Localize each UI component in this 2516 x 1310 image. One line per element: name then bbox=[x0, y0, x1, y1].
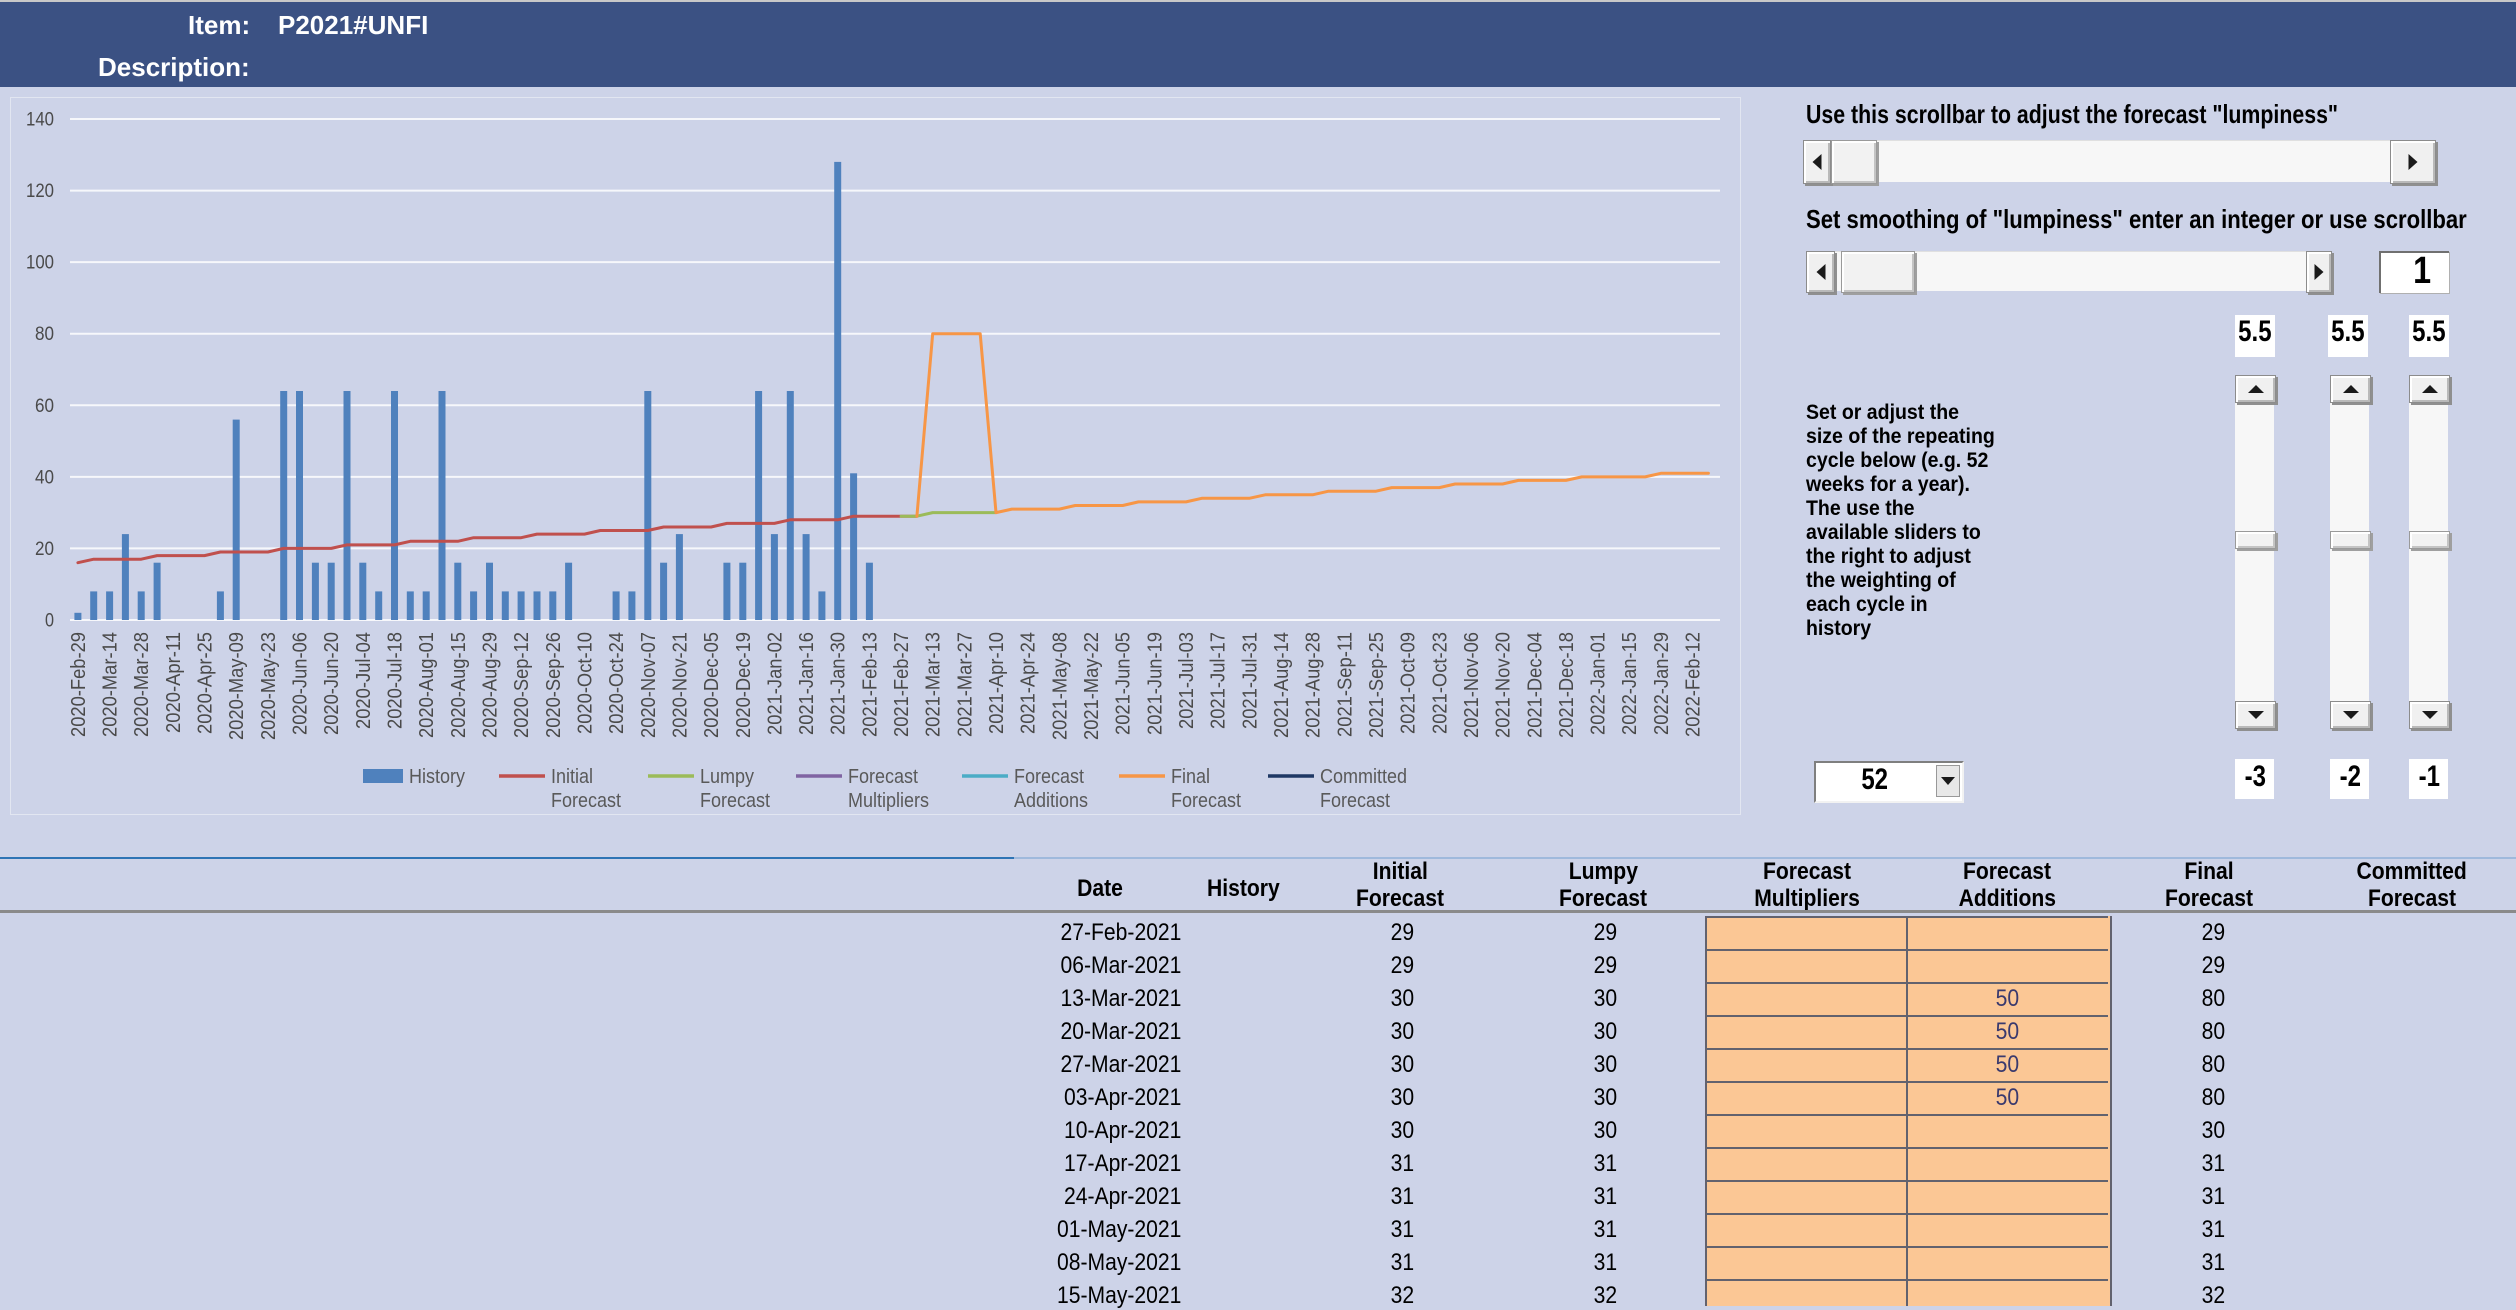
svg-text:2021-May-08: 2021-May-08 bbox=[1049, 632, 1071, 740]
svg-text:60: 60 bbox=[35, 396, 54, 417]
svg-text:2021-Aug-14: 2021-Aug-14 bbox=[1271, 632, 1293, 738]
svg-text:2021-Jul-31: 2021-Jul-31 bbox=[1239, 632, 1261, 729]
svg-text:2021-Jan-30: 2021-Jan-30 bbox=[828, 632, 850, 735]
svg-text:2021-Jul-03: 2021-Jul-03 bbox=[1176, 632, 1198, 729]
svg-text:Forecast: Forecast bbox=[848, 766, 918, 788]
svg-text:2022-Jan-01: 2022-Jan-01 bbox=[1588, 632, 1610, 735]
svg-text:2020-Nov-21: 2020-Nov-21 bbox=[669, 632, 691, 738]
svg-text:2020-Nov-07: 2020-Nov-07 bbox=[638, 632, 660, 738]
svg-text:2021-Mar-27: 2021-Mar-27 bbox=[954, 632, 976, 737]
svg-text:2020-Sep-26: 2020-Sep-26 bbox=[543, 632, 565, 738]
svg-text:40: 40 bbox=[35, 467, 54, 488]
svg-text:2020-Jun-06: 2020-Jun-06 bbox=[290, 632, 312, 735]
svg-text:Forecast: Forecast bbox=[1171, 790, 1241, 812]
svg-text:20: 20 bbox=[35, 539, 54, 560]
svg-text:2021-Oct-09: 2021-Oct-09 bbox=[1398, 632, 1420, 734]
svg-text:2021-Jun-19: 2021-Jun-19 bbox=[1144, 632, 1166, 735]
svg-text:2021-Jun-05: 2021-Jun-05 bbox=[1113, 632, 1135, 735]
svg-text:80: 80 bbox=[35, 324, 54, 345]
svg-text:Final: Final bbox=[1171, 766, 1210, 788]
svg-text:Multipliers: Multipliers bbox=[848, 790, 929, 812]
svg-text:Committed: Committed bbox=[1320, 766, 1407, 788]
svg-text:2021-Feb-13: 2021-Feb-13 bbox=[859, 632, 881, 737]
svg-text:2020-Mar-14: 2020-Mar-14 bbox=[100, 632, 122, 737]
svg-text:2021-Nov-06: 2021-Nov-06 bbox=[1461, 632, 1483, 738]
svg-text:Forecast: Forecast bbox=[700, 790, 770, 812]
svg-text:2020-Mar-28: 2020-Mar-28 bbox=[131, 632, 153, 737]
svg-text:140: 140 bbox=[26, 110, 54, 131]
svg-text:2020-Apr-25: 2020-Apr-25 bbox=[195, 632, 217, 734]
svg-text:2021-Feb-27: 2021-Feb-27 bbox=[891, 632, 913, 737]
svg-text:2021-Oct-23: 2021-Oct-23 bbox=[1429, 632, 1451, 734]
svg-text:120: 120 bbox=[26, 181, 54, 202]
svg-text:2020-Oct-10: 2020-Oct-10 bbox=[575, 632, 597, 734]
svg-text:2021-Apr-10: 2021-Apr-10 bbox=[986, 632, 1008, 734]
svg-text:2021-Dec-18: 2021-Dec-18 bbox=[1556, 632, 1578, 738]
svg-text:2021-Jan-02: 2021-Jan-02 bbox=[764, 632, 786, 735]
svg-text:Forecast: Forecast bbox=[1014, 766, 1084, 788]
svg-text:2021-Jan-16: 2021-Jan-16 bbox=[796, 632, 818, 735]
svg-text:2020-Oct-24: 2020-Oct-24 bbox=[606, 632, 628, 734]
svg-text:2020-Aug-29: 2020-Aug-29 bbox=[480, 632, 502, 738]
svg-text:2020-May-23: 2020-May-23 bbox=[258, 632, 280, 740]
svg-text:2021-Mar-13: 2021-Mar-13 bbox=[923, 632, 945, 737]
svg-text:100: 100 bbox=[26, 253, 54, 274]
svg-text:Additions: Additions bbox=[1014, 790, 1088, 812]
svg-text:2020-Jul-04: 2020-Jul-04 bbox=[353, 632, 375, 729]
svg-text:2021-Jul-17: 2021-Jul-17 bbox=[1208, 632, 1230, 729]
svg-text:2020-Feb-29: 2020-Feb-29 bbox=[68, 632, 90, 737]
svg-text:2020-Aug-15: 2020-Aug-15 bbox=[448, 632, 470, 738]
svg-text:2021-Aug-28: 2021-Aug-28 bbox=[1303, 632, 1325, 738]
svg-text:2020-Dec-05: 2020-Dec-05 bbox=[701, 632, 723, 738]
svg-text:2020-May-09: 2020-May-09 bbox=[226, 632, 248, 740]
svg-text:2020-Aug-01: 2020-Aug-01 bbox=[416, 632, 438, 738]
svg-text:History: History bbox=[409, 766, 465, 788]
svg-text:2021-Sep-11: 2021-Sep-11 bbox=[1334, 632, 1356, 737]
svg-text:Forecast: Forecast bbox=[551, 790, 621, 812]
svg-text:2020-Dec-19: 2020-Dec-19 bbox=[733, 632, 755, 738]
svg-text:2021-Sep-25: 2021-Sep-25 bbox=[1366, 632, 1388, 738]
svg-text:2021-Nov-20: 2021-Nov-20 bbox=[1493, 632, 1515, 738]
svg-text:2022-Feb-12: 2022-Feb-12 bbox=[1683, 632, 1705, 737]
svg-text:2020-Sep-12: 2020-Sep-12 bbox=[511, 632, 533, 738]
svg-text:2021-Dec-04: 2021-Dec-04 bbox=[1524, 632, 1546, 738]
svg-text:Initial: Initial bbox=[551, 766, 593, 788]
svg-text:2020-Jul-18: 2020-Jul-18 bbox=[385, 632, 407, 729]
svg-text:2020-Apr-11: 2020-Apr-11 bbox=[163, 632, 185, 733]
svg-text:2022-Jan-15: 2022-Jan-15 bbox=[1619, 632, 1641, 735]
svg-text:Lumpy: Lumpy bbox=[700, 766, 754, 788]
svg-text:2022-Jan-29: 2022-Jan-29 bbox=[1651, 632, 1673, 735]
svg-text:2021-May-22: 2021-May-22 bbox=[1081, 632, 1103, 740]
svg-text:2020-Jun-20: 2020-Jun-20 bbox=[321, 632, 343, 735]
svg-text:Forecast: Forecast bbox=[1320, 790, 1390, 812]
svg-text:2021-Apr-24: 2021-Apr-24 bbox=[1018, 632, 1040, 734]
svg-text:0: 0 bbox=[45, 611, 54, 632]
